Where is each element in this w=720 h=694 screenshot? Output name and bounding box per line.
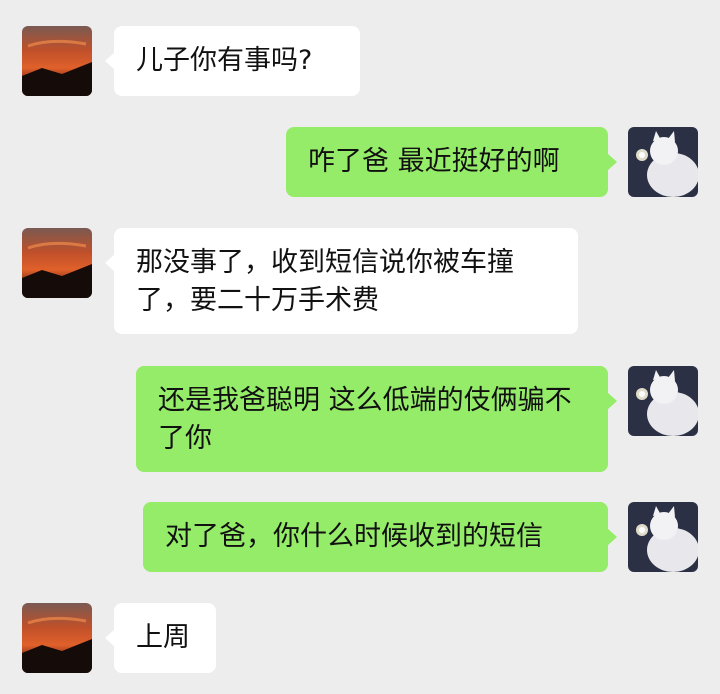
self-avatar[interactable] — [628, 127, 698, 197]
white-cat-avatar-icon — [628, 366, 698, 436]
white-cat-avatar-icon — [628, 502, 698, 572]
message-bubble-incoming[interactable]: 儿子你有事吗? — [105, 26, 360, 96]
message-text: 上周 — [136, 622, 190, 653]
contact-avatar[interactable] — [22, 228, 92, 298]
message-text: 对了爸，你什么时候收到的短信 — [165, 521, 543, 552]
white-cat-avatar-icon — [628, 127, 698, 197]
message-bubble-outgoing[interactable]: 咋了爸 最近挺好的啊 — [286, 127, 617, 197]
sunset-avatar-icon — [22, 26, 92, 96]
contact-avatar[interactable] — [22, 603, 92, 673]
message-text: 还是我爸聪明 这么低端的伎俩骗不了你 — [158, 385, 572, 454]
message-bubble-outgoing[interactable]: 对了爸，你什么时候收到的短信 — [143, 502, 617, 572]
message-text: 儿子你有事吗? — [136, 45, 313, 76]
message-bubble-incoming[interactable]: 那没事了，收到短信说你被车撞了，要二十万手术费 — [105, 228, 578, 334]
sunset-avatar-icon — [22, 603, 92, 673]
sunset-avatar-icon — [22, 228, 92, 298]
self-avatar[interactable] — [628, 366, 698, 436]
message-text: 那没事了，收到短信说你被车撞了，要二十万手术费 — [136, 247, 514, 316]
contact-avatar[interactable] — [22, 26, 92, 96]
message-bubble-incoming[interactable]: 上周 — [105, 603, 216, 673]
message-text: 咋了爸 最近挺好的啊 — [308, 146, 560, 177]
self-avatar[interactable] — [628, 502, 698, 572]
message-bubble-outgoing[interactable]: 还是我爸聪明 这么低端的伎俩骗不了你 — [136, 366, 617, 472]
